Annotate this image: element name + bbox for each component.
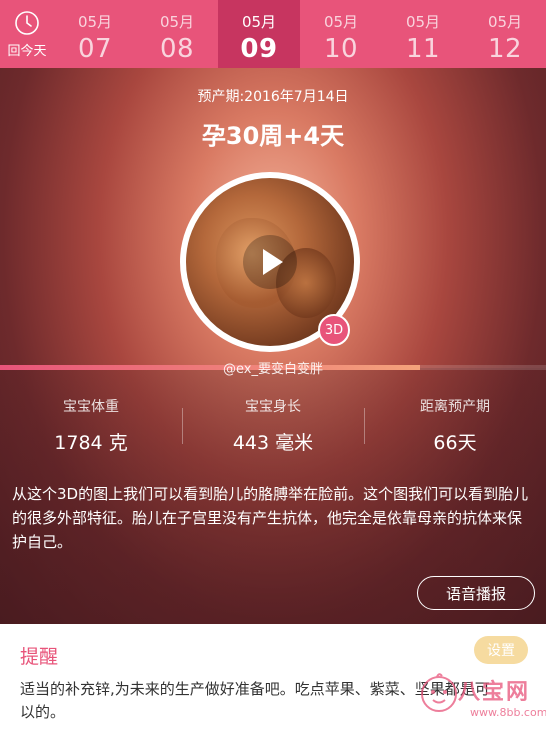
date-item[interactable]: 05月 11	[382, 0, 464, 68]
logo-url: www.8bb.com	[470, 706, 546, 719]
stat-label: 宝宝身长	[245, 399, 301, 415]
stat-label: 距离预产期	[420, 399, 490, 415]
date-item[interactable]: 05月 07	[54, 0, 136, 68]
due-date: 预产期:2016年7月14日	[197, 89, 349, 105]
date-day: 08	[159, 34, 195, 64]
date-item[interactable]: 05月 12	[464, 0, 546, 68]
back-to-today-label: 回今天	[7, 43, 47, 59]
voice-broadcast-button[interactable]: 语音播报	[417, 576, 535, 610]
date-month: 05月	[241, 13, 277, 31]
pregnancy-week: 孕30周+4天	[201, 122, 345, 150]
date-month: 05月	[77, 13, 113, 31]
stat-label: 宝宝体重	[63, 399, 119, 415]
baby-face-icon	[421, 673, 457, 712]
back-to-today-button[interactable]: 回今天	[0, 0, 54, 68]
description-text: 从这个3D的图上我们可以看到胎儿的胳膊举在脸前。这个图我们可以看到胎儿的很多外部…	[12, 485, 529, 551]
date-month: 05月	[159, 13, 195, 31]
date-month: 05月	[405, 13, 441, 31]
reminder-settings-button[interactable]: 设置	[474, 636, 528, 664]
logo-text: 八宝网	[458, 680, 531, 705]
date-item-selected[interactable]: 05月 09	[218, 0, 300, 68]
date-day: 11	[405, 34, 441, 64]
site-logo: 八宝网 www.8bb.com	[418, 668, 546, 728]
3d-badge: 3D	[318, 314, 350, 346]
date-month: 05月	[487, 13, 523, 31]
reminder-title: 提醒	[20, 646, 59, 668]
stat-value: 443 毫米	[232, 432, 314, 454]
stat-value: 66天	[433, 432, 477, 454]
clock-icon	[15, 10, 39, 35]
date-list: 05月 07 05月 08 05月 09 05月 10 05月 11 05月 1…	[54, 0, 546, 68]
stat-days-to-due: 距离预产期 66天	[364, 396, 546, 455]
date-day: 07	[77, 34, 113, 64]
stat-weight: 宝宝体重 1784 克	[0, 396, 182, 455]
play-icon[interactable]	[243, 235, 297, 289]
watermark-text: @ex_要变白变胖	[223, 362, 323, 377]
date-day: 10	[323, 34, 359, 64]
stat-value: 1784 克	[54, 432, 128, 454]
date-day: 12	[487, 34, 523, 64]
date-month: 05月	[323, 13, 359, 31]
pregnancy-hero: 预产期:2016年7月14日 孕30周+4天 3D @ex_要变白变胖 宝宝体重…	[0, 68, 546, 624]
baby-stats: 宝宝体重 1784 克 宝宝身长 443 毫米 距离预产期 66天	[0, 396, 546, 455]
date-day: 09	[240, 34, 278, 64]
date-item[interactable]: 05月 08	[136, 0, 218, 68]
date-bar: 回今天 05月 07 05月 08 05月 09 05月 10 05月 11 0…	[0, 0, 546, 68]
stat-length: 宝宝身长 443 毫米	[182, 396, 364, 455]
date-item[interactable]: 05月 10	[300, 0, 382, 68]
